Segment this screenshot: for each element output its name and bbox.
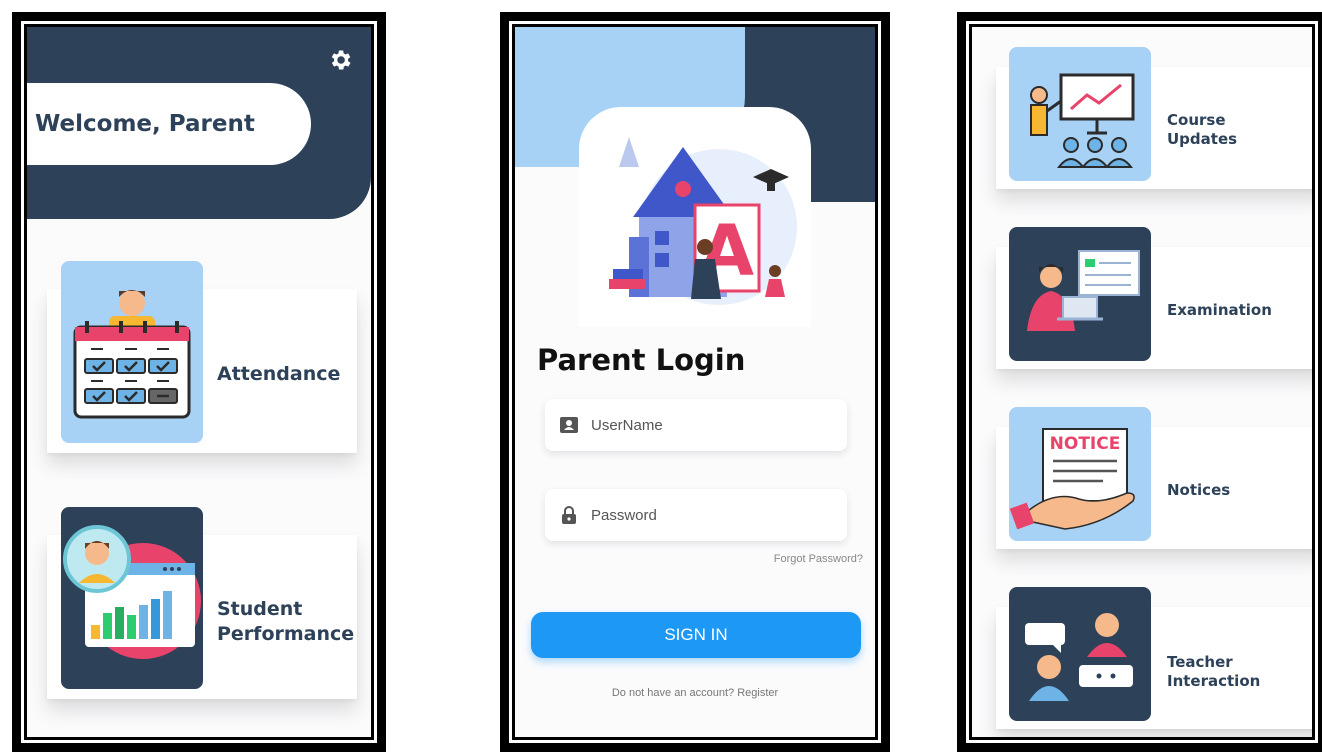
username-input[interactable] bbox=[591, 416, 831, 434]
student-performance-chart-icon bbox=[63, 525, 201, 659]
phone-frame-features: Course Updates Examination NOTICE Notice… bbox=[957, 12, 1322, 752]
attendance-calendar-icon bbox=[73, 290, 191, 419]
password-field[interactable] bbox=[545, 489, 847, 541]
features-screen: Course Updates Examination NOTICE Notice… bbox=[972, 27, 1312, 737]
course-updates-label: Course Updates bbox=[1167, 111, 1238, 148]
phone-frame-home: Welcome, Parent Attendance Student Perfo… bbox=[12, 12, 386, 752]
phone-frame-login-border: A Parent Login UserName Forgot Password?… bbox=[509, 21, 881, 743]
phone-frame-features-border: Course Updates Examination NOTICE Notice… bbox=[966, 21, 1318, 743]
examination-label: Examination bbox=[1167, 301, 1272, 319]
attendance-label: Attendance bbox=[217, 363, 341, 385]
welcome-banner: Welcome, Parent bbox=[27, 83, 311, 165]
notice-icon: NOTICE bbox=[1009, 428, 1135, 530]
teacher-interaction-label: Teacher Interaction bbox=[1167, 653, 1261, 690]
school-illustration: A bbox=[609, 137, 797, 305]
notices-tile[interactable]: NOTICE bbox=[1009, 407, 1151, 541]
student-performance-label: Student Performance bbox=[217, 598, 355, 645]
course-updates-icon bbox=[1030, 73, 1135, 168]
forgot-password-link[interactable]: Forgot Password? bbox=[774, 553, 863, 565]
username-field[interactable] bbox=[545, 399, 847, 451]
login-screen: A Parent Login UserName Forgot Password?… bbox=[515, 27, 875, 737]
notices-label: Notices bbox=[1167, 481, 1231, 499]
welcome-text: Welcome, Parent bbox=[35, 111, 255, 137]
home-header: Welcome, Parent bbox=[27, 27, 371, 219]
course-updates-tile[interactable] bbox=[1009, 47, 1151, 181]
teacher-interaction-icon bbox=[1025, 613, 1133, 701]
examination-tile[interactable] bbox=[1009, 227, 1151, 361]
home-screen: Welcome, Parent Attendance Student Perfo… bbox=[27, 27, 371, 737]
examination-icon bbox=[1027, 250, 1140, 331]
sign-in-button[interactable]: SIGN IN bbox=[531, 612, 861, 658]
student-performance-tile[interactable] bbox=[61, 507, 203, 689]
phone-frame-home-border: Welcome, Parent Attendance Student Perfo… bbox=[21, 21, 377, 743]
phone-frame-login: A Parent Login UserName Forgot Password?… bbox=[500, 12, 890, 752]
contact-card-icon bbox=[560, 417, 578, 433]
page-title: Parent Login bbox=[537, 343, 746, 377]
lock-icon bbox=[562, 506, 576, 524]
gear-icon[interactable] bbox=[327, 47, 353, 73]
teacher-interaction-tile[interactable] bbox=[1009, 587, 1151, 721]
illustration-card: A bbox=[579, 107, 811, 327]
attendance-tile[interactable] bbox=[61, 261, 203, 443]
notice-word: NOTICE bbox=[1050, 434, 1121, 454]
password-input[interactable] bbox=[591, 506, 831, 524]
register-link[interactable]: Do not have an account? Register bbox=[515, 687, 875, 699]
